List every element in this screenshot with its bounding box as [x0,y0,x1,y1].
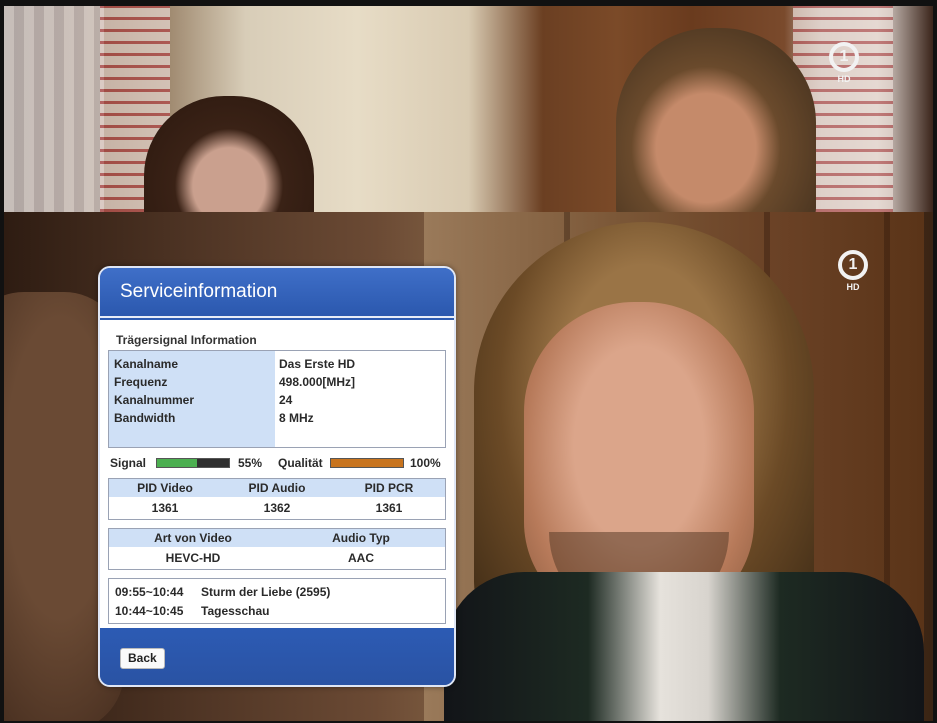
channel-hd-label: HD [837,74,851,84]
info-value: 498.000[MHz] [279,375,356,389]
info-key: Frequenz [114,375,168,389]
quality-bar [330,458,404,468]
signal-quality-row: Signal 55% Qualität 100% [108,454,446,472]
audio-type-header: Audio Typ [332,531,390,545]
info-key: Bandwidth [114,411,176,425]
epg-row: 09:55~10:44 Sturm der Liebe (2595) [115,585,330,599]
signal-bar [156,458,230,468]
dialog-header: Serviceinformation [100,268,454,318]
pid-pcr-header: PID PCR [364,481,414,495]
pid-audio-header: PID Audio [248,481,306,495]
info-key: Kanalname [114,357,179,371]
man-vest [444,572,924,721]
dialog-title: Serviceinformation [120,281,278,302]
pid-pcr-value: 1361 [375,501,403,515]
pip-top-frame [4,6,933,212]
signal-bar-fill [157,459,197,467]
section-title: Trägersignal Information [116,333,257,347]
info-row-bandwidth: Bandwidth 8 MHz [109,411,445,429]
channel-logo: 1 HD [829,42,859,84]
epg-box: 09:55~10:44 Sturm der Liebe (2595) 10:44~… [108,578,446,624]
audio-type-value: AAC [348,551,374,565]
quality-percent: 100% [410,456,441,470]
info-row-channel-name: Kanalname Das Erste HD [109,357,445,375]
channel-number-icon: 1 [829,42,859,72]
channel-logo: 1 HD [838,250,868,292]
pid-video-header: PID Video [137,481,193,495]
service-info-dialog: Serviceinformation Trägersignal Informat… [98,266,456,687]
dialog-footer: Back [100,628,454,685]
quality-bar-fill [331,459,403,467]
dialog-body: Trägersignal Information Kanalname Das E… [100,320,454,628]
curtain [4,6,104,212]
channel-number-icon: 1 [838,250,868,280]
channel-hd-label: HD [846,282,860,292]
epg-time: 09:55~10:44 [115,585,184,599]
quality-label: Qualität [278,456,323,470]
info-value: 24 [279,393,293,407]
signal-percent: 55% [238,456,263,470]
pid-video-value: 1361 [151,501,179,515]
info-key: Kanalnummer [114,393,195,407]
epg-title: Tagesschau [201,604,270,618]
info-value: Das Erste HD [279,357,356,371]
carrier-info-box: Kanalname Das Erste HD Frequenz 498.000[… [108,350,446,448]
signal-label: Signal [110,456,147,470]
video-type-value: HEVC-HD [165,551,221,565]
info-row-frequency: Frequenz 498.000[MHz] [109,375,445,393]
epg-time: 10:44~10:45 [115,604,184,618]
back-button[interactable]: Back [120,648,165,669]
info-value: 8 MHz [279,411,314,425]
video-type-header: Art von Video [154,531,232,545]
pid-table: PID Video PID Audio PID PCR 1361 1362 13… [108,478,446,520]
pid-audio-value: 1362 [263,501,291,515]
info-row-channel-number: Kanalnummer 24 [109,393,445,411]
stream-type-table: Art von Video Audio Typ HEVC-HD AAC [108,528,446,570]
man-figure [616,28,816,212]
epg-title: Sturm der Liebe (2595) [201,585,331,599]
epg-row: 10:44~10:45 Tagesschau [115,604,269,618]
